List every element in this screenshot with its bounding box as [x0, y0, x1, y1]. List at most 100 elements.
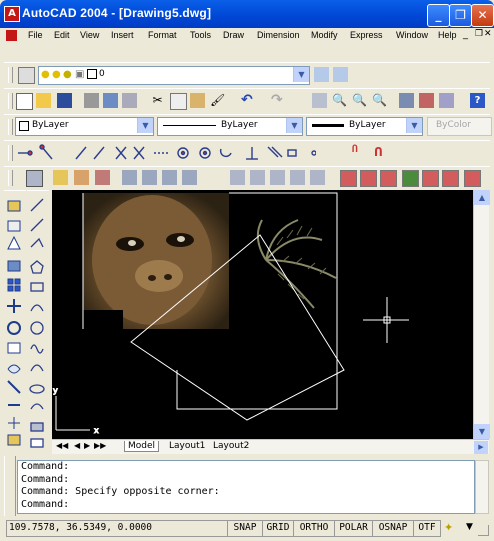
bring-to-front-icon[interactable]	[230, 170, 245, 185]
command-prompt[interactable]: Command:	[21, 499, 474, 512]
drawing-canvas[interactable]: x y	[52, 190, 473, 439]
ortho-toggle[interactable]: ORTHO	[293, 520, 335, 537]
polar-toggle[interactable]: POLAR	[334, 520, 373, 537]
menu-help[interactable]: Help	[438, 30, 457, 40]
menu-insert[interactable]: Insert	[111, 30, 134, 40]
tab-next-icon[interactable]: ▶	[84, 441, 90, 450]
tab-first-icon[interactable]: ◀◀	[56, 441, 68, 450]
toolbar-grip[interactable]	[8, 170, 13, 186]
tab-model[interactable]: Model	[124, 441, 160, 452]
command-window[interactable]: Command: Command: Command: Specify oppos…	[17, 460, 475, 514]
undo-icon[interactable]: ↶	[241, 93, 256, 108]
tab-last-icon[interactable]: ▶▶	[94, 441, 106, 450]
make-current-layer-icon[interactable]	[314, 67, 329, 82]
print-preview-icon[interactable]	[103, 93, 118, 108]
edit-spline-icon[interactable]	[95, 170, 110, 185]
menu-file[interactable]: File	[28, 30, 43, 40]
block-attribute-manager-icon[interactable]	[162, 170, 177, 185]
menu-modify[interactable]: Modify	[311, 30, 338, 40]
grid-toggle[interactable]: GRID	[262, 520, 294, 537]
print-icon[interactable]	[84, 93, 99, 108]
dim-angular-icon[interactable]	[442, 170, 459, 187]
menu-edit[interactable]: Edit	[54, 30, 70, 40]
menu-express[interactable]: Express	[350, 30, 383, 40]
dim-radius-icon[interactable]	[402, 170, 419, 187]
autocad-app-icon[interactable]: A	[4, 6, 20, 22]
publish-icon[interactable]	[122, 93, 137, 108]
help-icon[interactable]: ?	[470, 93, 485, 108]
menu-draw[interactable]: Draw	[223, 30, 244, 40]
tab-prev-icon[interactable]: ◀	[74, 441, 80, 450]
chevron-down-icon[interactable]: ▼	[293, 67, 309, 82]
redo-icon[interactable]: ↷	[271, 93, 286, 108]
dim-ordinate-icon[interactable]	[380, 170, 397, 187]
status-menu-chevron-icon[interactable]: ▼	[466, 522, 473, 532]
edit-hatch-icon[interactable]	[53, 170, 68, 185]
dim-aligned-icon[interactable]	[360, 170, 377, 187]
otrack-toggle[interactable]: OTF	[413, 520, 441, 537]
vertical-scrollbar[interactable]: ▲ ▼	[473, 190, 490, 439]
layer-manager-icon[interactable]	[18, 67, 35, 84]
menu-format[interactable]: Format	[148, 30, 177, 40]
scroll-up-icon[interactable]: ▲	[474, 190, 490, 205]
dim-linear-icon[interactable]	[340, 170, 357, 187]
doc-restore-button[interactable]: ❐	[475, 29, 483, 39]
zoom-realtime-icon[interactable]: 🔍	[332, 93, 347, 108]
command-window-grip[interactable]	[4, 456, 16, 516]
toolbar-grip[interactable]	[8, 93, 13, 109]
paste-icon[interactable]	[190, 93, 205, 108]
cut-icon[interactable]: ✂	[150, 93, 165, 108]
scroll-down-icon[interactable]: ▼	[474, 424, 490, 439]
edit-polyline-icon[interactable]	[74, 170, 89, 185]
send-under-icon[interactable]	[290, 170, 305, 185]
edit-multiline-icon[interactable]	[122, 170, 137, 185]
none-snap-icon[interactable]	[332, 145, 347, 160]
lineweight-dropdown[interactable]: ByLayer ▼	[306, 117, 423, 136]
designcenter-icon[interactable]	[419, 93, 434, 108]
snap-toggle[interactable]: SNAP	[227, 520, 263, 537]
sync-attributes-icon[interactable]	[182, 170, 197, 185]
pan-icon[interactable]	[312, 93, 327, 108]
comm-center-icon[interactable]: ✦	[444, 521, 458, 535]
chevron-down-icon[interactable]: ▼	[286, 118, 302, 133]
maximize-button[interactable]: ❐	[449, 4, 472, 27]
linetype-dropdown[interactable]: ByLayer ▼	[157, 117, 303, 136]
layer-dropdown[interactable]: ● ● ● ▣ 0 ▼	[38, 66, 310, 85]
dim-diameter-icon[interactable]	[422, 170, 439, 187]
color-dropdown[interactable]: ByLayer ▼	[15, 117, 154, 136]
scroll-right-icon[interactable]: ▶	[474, 441, 488, 454]
copy-icon[interactable]	[170, 93, 187, 110]
dim-baseline-icon[interactable]	[464, 170, 481, 187]
match-properties-icon[interactable]: 🖌	[210, 93, 225, 108]
send-to-back-icon[interactable]	[250, 170, 265, 185]
tab-layout1[interactable]: Layout1	[166, 441, 208, 451]
command-scrollbar[interactable]	[475, 460, 489, 514]
properties-icon[interactable]	[399, 93, 414, 108]
bring-above-icon[interactable]	[270, 170, 285, 185]
magnet-icon[interactable]: Ⴖ	[352, 145, 367, 160]
toolbar-grip[interactable]	[8, 145, 13, 161]
chevron-down-icon[interactable]: ▼	[406, 118, 422, 133]
menu-window[interactable]: Window	[396, 30, 428, 40]
open-icon[interactable]	[36, 93, 51, 108]
osnap-settings-icon[interactable]: Ո	[374, 145, 389, 160]
text-front-icon[interactable]	[310, 170, 325, 185]
resize-grip-icon[interactable]	[478, 525, 489, 536]
chevron-down-icon[interactable]: ▼	[137, 118, 153, 133]
layer-previous-icon[interactable]	[333, 67, 348, 82]
save-icon[interactable]	[57, 93, 72, 108]
zoom-window-icon[interactable]: 🔍	[352, 93, 367, 108]
zoom-previous-icon[interactable]: 🔍	[372, 93, 387, 108]
edit-attribute-icon[interactable]	[142, 170, 157, 185]
tool-palettes-icon[interactable]	[439, 93, 454, 108]
document-icon[interactable]	[6, 30, 17, 41]
osnap-toggle[interactable]: OSNAP	[372, 520, 414, 537]
close-button[interactable]: ✕	[471, 4, 494, 27]
draworder-icon[interactable]	[26, 170, 43, 187]
coordinates-display[interactable]: 109.7578, 36.5349, 0.0000	[6, 520, 228, 537]
toolbar-grip[interactable]	[8, 67, 13, 83]
menu-view[interactable]: View	[80, 30, 99, 40]
menu-tools[interactable]: Tools	[190, 30, 211, 40]
new-icon[interactable]	[16, 93, 33, 110]
tab-layout2[interactable]: Layout2	[210, 441, 252, 451]
